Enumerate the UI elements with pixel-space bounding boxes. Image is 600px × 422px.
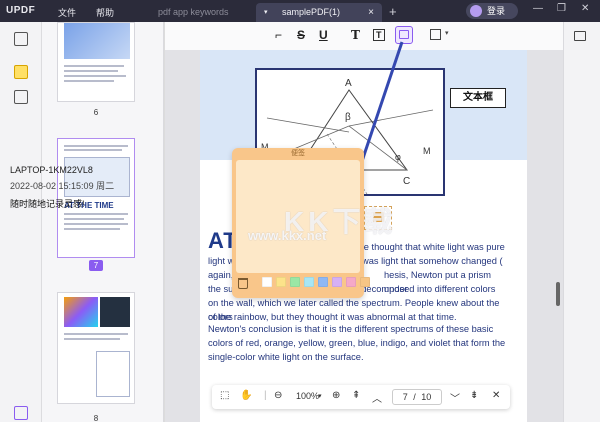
close-nav-icon[interactable]: ✕ bbox=[492, 390, 500, 401]
watermark-url: www.kkx.net bbox=[248, 228, 327, 243]
note-content[interactable]: 随时随地记录灵感! bbox=[10, 197, 85, 210]
current-page: 7 bbox=[402, 392, 408, 402]
zoom-out-icon[interactable]: ⊖ bbox=[274, 390, 282, 401]
divider: | bbox=[264, 390, 267, 401]
zoom-level[interactable]: 100% bbox=[296, 391, 319, 401]
note-color-purple[interactable] bbox=[332, 277, 342, 287]
last-page-icon[interactable]: ⇟ bbox=[470, 390, 478, 401]
previous-page-icon[interactable]: ︿ bbox=[372, 390, 382, 405]
note-color-orange[interactable] bbox=[360, 277, 370, 287]
select-tool-icon[interactable]: ⬚ bbox=[220, 390, 229, 401]
note-timestamp: 2022-08-02 15:15:09 周二 bbox=[10, 181, 115, 191]
note-author: LAPTOP-1KM22VL8 bbox=[10, 165, 93, 175]
note-color-blue[interactable] bbox=[318, 277, 328, 287]
note-color-yellow[interactable] bbox=[276, 277, 286, 287]
note-color-cyan[interactable] bbox=[304, 277, 314, 287]
note-color-white[interactable] bbox=[262, 277, 272, 287]
chevron-down-icon[interactable]: ▾ bbox=[318, 392, 322, 400]
trash-icon[interactable] bbox=[238, 278, 248, 289]
note-header: 便签 bbox=[291, 150, 305, 157]
scrollbar-thumb[interactable] bbox=[556, 282, 560, 306]
page-number-input[interactable]: 7 / 10 bbox=[392, 389, 442, 405]
page-separator: / bbox=[413, 392, 416, 402]
zoom-in-icon[interactable]: ⊕ bbox=[332, 390, 340, 401]
hand-tool-icon[interactable]: ✋ bbox=[240, 390, 252, 401]
next-page-icon[interactable]: ﹀ bbox=[450, 390, 460, 405]
first-page-icon[interactable]: ⇞ bbox=[352, 390, 360, 401]
total-pages: 10 bbox=[421, 392, 432, 402]
note-color-green[interactable] bbox=[290, 277, 300, 287]
note-color-pink[interactable] bbox=[346, 277, 356, 287]
page-navigation-bar: ⬚ ✋ | ⊖ 100% ▾ ⊕ ⇞ ︿ 7 / 10 ﹀ ⇟ ✕ bbox=[212, 385, 510, 409]
